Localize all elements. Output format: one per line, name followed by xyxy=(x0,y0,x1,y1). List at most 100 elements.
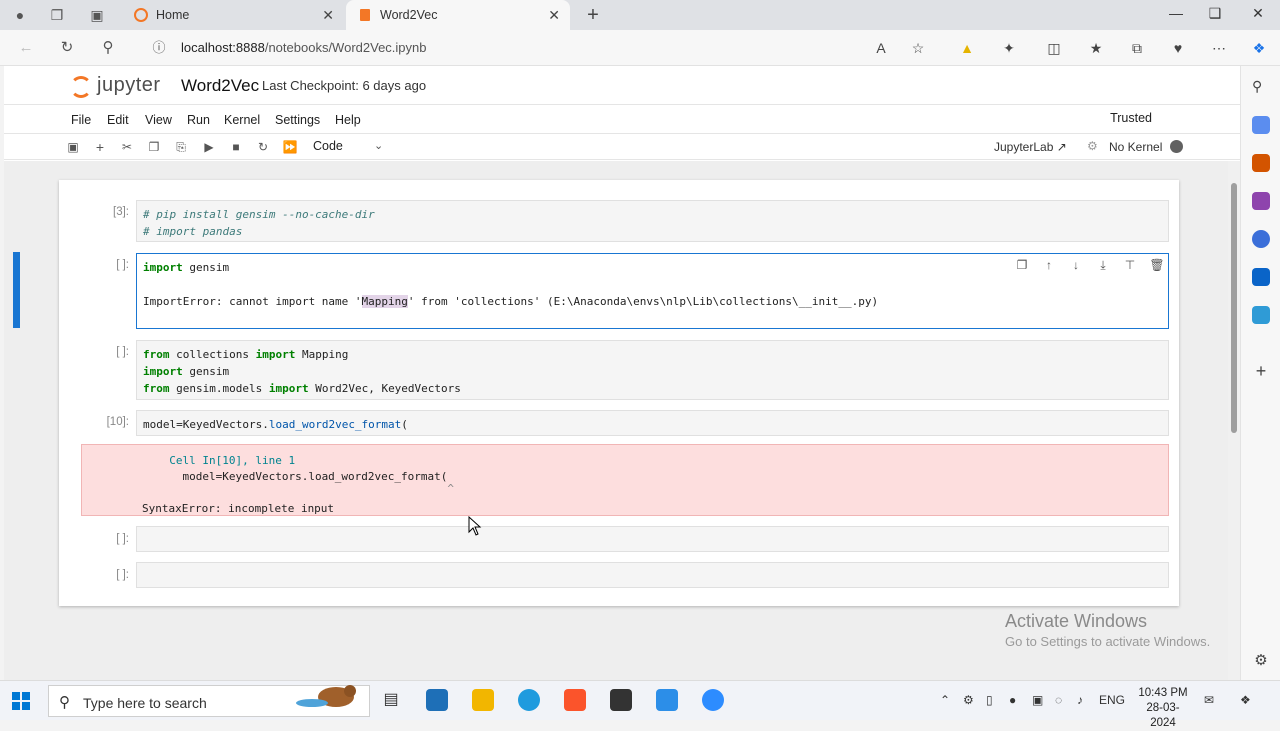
menu-view[interactable]: View xyxy=(145,113,172,127)
close-tab-icon[interactable]: ✕ xyxy=(322,0,334,30)
search-icon[interactable]: ⚲ xyxy=(99,39,117,57)
vscode-icon[interactable] xyxy=(656,689,678,711)
run-icon[interactable]: ▶ xyxy=(201,139,217,155)
url-field[interactable]: localhost:8888/notebooks/Word2Vec.ipynb xyxy=(181,40,427,55)
kernel-settings-icon[interactable]: ⚙ xyxy=(1087,139,1098,153)
taskbar-clock[interactable]: 10:43 PM 28-03-2024 xyxy=(1134,686,1192,731)
new-tab-button[interactable]: + xyxy=(582,4,604,26)
task-view-icon[interactable]: ▤ xyxy=(380,689,402,711)
favorites-icon[interactable]: ★ xyxy=(1087,39,1105,57)
language-indicator[interactable]: ENG xyxy=(1099,693,1125,707)
minimize-icon[interactable]: — xyxy=(1166,5,1186,21)
code-keyword: import xyxy=(268,382,309,395)
taskbar-app-icon[interactable] xyxy=(426,689,448,711)
move-down-icon[interactable]: ↓ xyxy=(1068,257,1084,273)
sidebar-games-icon[interactable] xyxy=(1252,192,1270,210)
save-icon[interactable]: ▣ xyxy=(65,139,81,155)
more-options-icon[interactable]: ⋯ xyxy=(1210,39,1228,57)
windows-start-icon[interactable] xyxy=(12,692,30,710)
code-cell[interactable]: from collections import Mapping import g… xyxy=(136,340,1169,400)
insert-below-icon[interactable]: ⊤ xyxy=(1122,257,1138,273)
code-cell[interactable]: # pip install gensim --no-cache-dir # im… xyxy=(136,200,1169,242)
tab-word2vec[interactable]: Word2Vec ✕ xyxy=(346,0,570,30)
tray-chevron-up-icon[interactable]: ⌃ xyxy=(940,693,950,707)
code-cell[interactable]: model=KeyedVectors.load_word2vec_format( xyxy=(136,410,1169,436)
sidebar-outlook-icon[interactable] xyxy=(1252,268,1270,286)
menu-edit[interactable]: Edit xyxy=(107,113,129,127)
brave-browser-icon[interactable] xyxy=(564,689,586,711)
taskbar-search-placeholder: Type here to search xyxy=(83,695,207,711)
sidebar-send-icon[interactable] xyxy=(1252,306,1270,324)
wifi-icon[interactable]: ◌ xyxy=(1055,693,1062,707)
camera-icon[interactable]: ▣ xyxy=(1032,693,1043,707)
menu-file[interactable]: File xyxy=(71,113,91,127)
menu-run[interactable]: Run xyxy=(187,113,210,127)
sidebar-add-icon[interactable]: + xyxy=(1252,362,1270,380)
notebook-favicon-icon xyxy=(360,9,370,21)
menu-help[interactable]: Help xyxy=(335,113,361,127)
tab-home[interactable]: Home ✕ xyxy=(122,0,344,30)
cell-prompt: [ ]: xyxy=(116,533,129,545)
scrollbar-thumb[interactable] xyxy=(1231,183,1237,433)
trusted-indicator[interactable]: Trusted xyxy=(1110,111,1152,125)
tab-actions-icon[interactable]: ▣ xyxy=(88,6,106,24)
workspaces-icon[interactable]: ❐ xyxy=(48,6,66,24)
duplicate-cell-icon[interactable]: ❐ xyxy=(1014,257,1030,273)
kernel-status[interactable]: No Kernel xyxy=(1109,140,1162,154)
move-up-icon[interactable]: ↑ xyxy=(1041,257,1057,273)
read-aloud-icon[interactable]: A xyxy=(872,39,890,57)
performance-icon[interactable]: ♥ xyxy=(1169,39,1187,57)
search-icon: ⚲ xyxy=(59,694,70,711)
battery-icon[interactable]: ▯ xyxy=(986,693,993,707)
extensions-icon[interactable]: ✦ xyxy=(1000,39,1018,57)
extension-icon[interactable]: ▲ xyxy=(958,39,976,57)
close-window-icon[interactable]: ✕ xyxy=(1248,5,1268,22)
copy-icon[interactable]: ❐ xyxy=(146,139,162,155)
close-tab-icon[interactable]: ✕ xyxy=(548,0,560,30)
copilot-icon[interactable]: ❖ xyxy=(1250,39,1268,57)
terminal-icon[interactable] xyxy=(610,689,632,711)
site-info-icon[interactable]: ⓘ xyxy=(150,39,168,57)
favorite-star-icon[interactable]: ☆ xyxy=(909,39,927,57)
fast-forward-icon[interactable]: ⏩ xyxy=(282,139,298,155)
jupyter-logo[interactable]: jupyter xyxy=(70,72,170,98)
file-explorer-icon[interactable] xyxy=(472,689,494,711)
error-text: ' from 'collections' (E:\Anaconda\envs\n… xyxy=(407,295,879,308)
insert-cell-icon[interactable]: + xyxy=(92,139,108,155)
tray-app-icon[interactable]: ⚙ xyxy=(963,693,974,707)
insert-above-icon[interactable]: ⤓ xyxy=(1095,257,1111,273)
notifications-icon[interactable]: ✉ xyxy=(1204,693,1214,707)
edge-browser-icon[interactable] xyxy=(518,689,540,711)
menu-settings[interactable]: Settings xyxy=(275,113,320,127)
sidebar-tag-icon[interactable] xyxy=(1252,116,1270,134)
code-cell-empty[interactable] xyxy=(136,526,1169,552)
zoom-icon[interactable] xyxy=(702,689,724,711)
microphone-icon[interactable]: ● xyxy=(1009,693,1016,707)
restart-icon[interactable]: ↻ xyxy=(255,139,271,155)
paste-icon[interactable]: ⎘ xyxy=(173,139,189,155)
profile-icon[interactable]: ● xyxy=(11,6,29,24)
menu-kernel[interactable]: Kernel xyxy=(224,113,260,127)
back-icon[interactable]: ← xyxy=(17,39,35,57)
sidebar-copilot-icon[interactable] xyxy=(1252,230,1270,248)
sidebar-tools-icon[interactable] xyxy=(1252,154,1270,172)
cell-type-select[interactable]: Code xyxy=(313,139,343,153)
restore-icon[interactable]: ❑ xyxy=(1205,5,1225,22)
volume-icon[interactable]: ♪ xyxy=(1077,693,1083,707)
sidebar-search-icon[interactable]: ⚲ xyxy=(1252,78,1270,96)
refresh-icon[interactable]: ↻ xyxy=(58,39,76,57)
cut-icon[interactable]: ✂ xyxy=(119,139,135,155)
vertical-scrollbar[interactable] xyxy=(1228,161,1240,680)
code-cell-empty[interactable] xyxy=(136,562,1169,588)
chevron-down-icon[interactable]: ⌄ xyxy=(374,139,383,152)
collections-icon[interactable]: ⧉ xyxy=(1128,39,1146,57)
delete-cell-icon[interactable]: 🗑 xyxy=(1149,257,1165,273)
stop-icon[interactable]: ■ xyxy=(228,139,244,155)
notebook-panel: [3]: # pip install gensim --no-cache-dir… xyxy=(59,180,1179,606)
url-path: /notebooks/Word2Vec.ipynb xyxy=(264,40,427,55)
sidebar-settings-icon[interactable]: ⚙ xyxy=(1252,652,1270,670)
split-screen-icon[interactable]: ◫ xyxy=(1045,39,1063,57)
copilot-taskbar-icon[interactable]: ❖ xyxy=(1240,693,1251,707)
notebook-title[interactable]: Word2Vec xyxy=(181,76,259,96)
jupyterlab-link[interactable]: JupyterLab ↗ xyxy=(994,140,1067,154)
